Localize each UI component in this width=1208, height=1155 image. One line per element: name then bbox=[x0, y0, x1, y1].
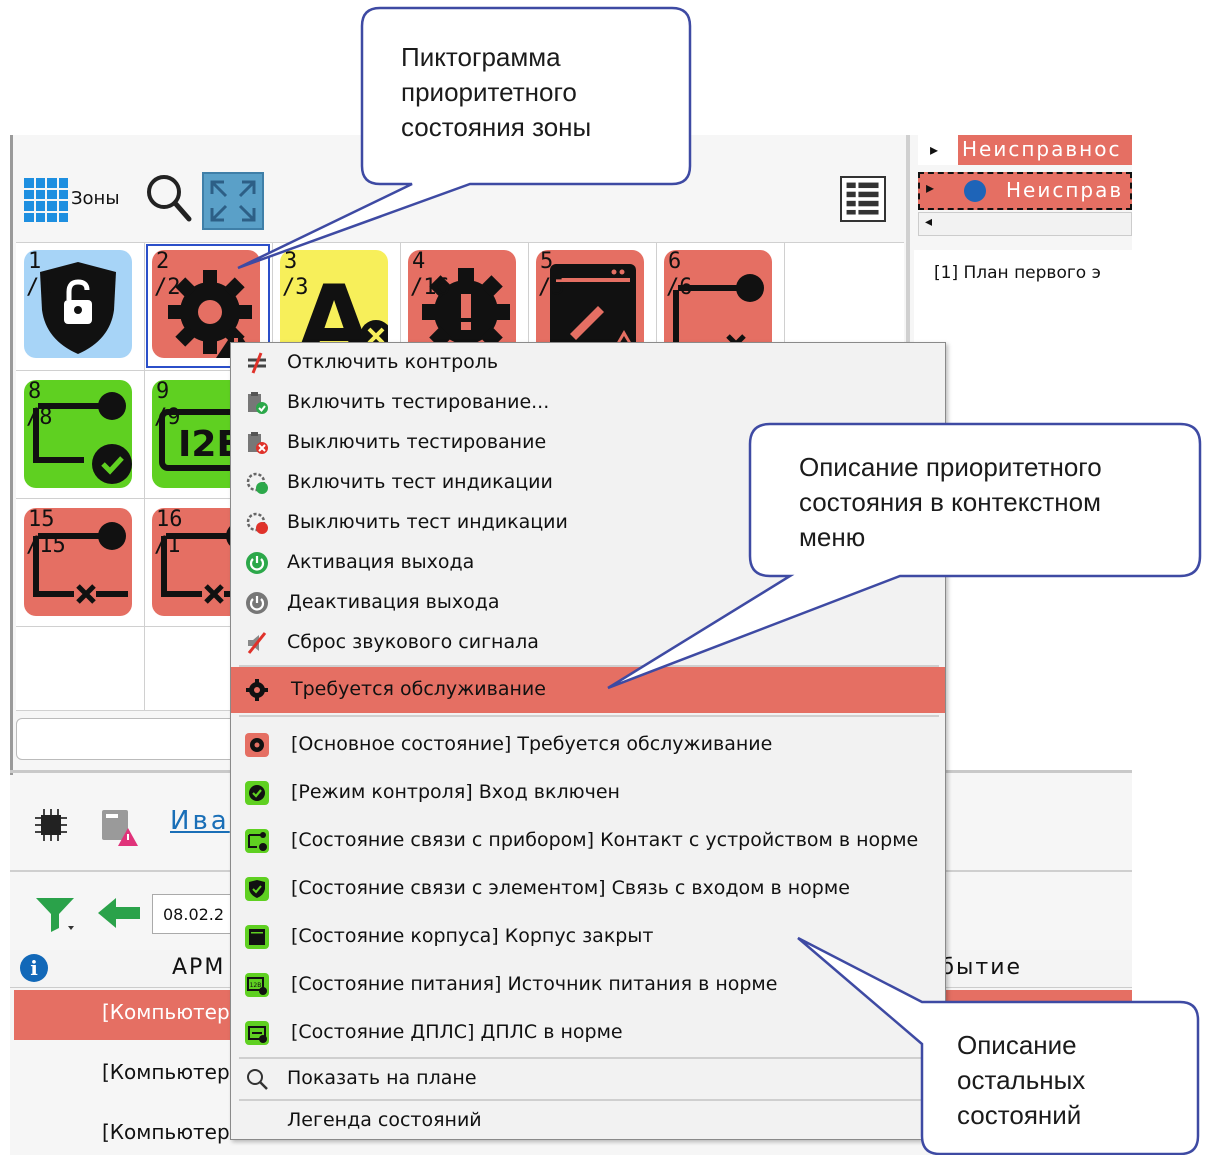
callout-text-menu-desc: Описание приоритетного состояния в конте… bbox=[799, 452, 1102, 552]
callout-text-zone-icon: Пиктограмма приоритетного состояния зоны bbox=[401, 42, 592, 142]
callout-shapes bbox=[237, 6, 1202, 1155]
callout-text-other-desc: Описание остальных состояний bbox=[957, 1030, 1086, 1130]
